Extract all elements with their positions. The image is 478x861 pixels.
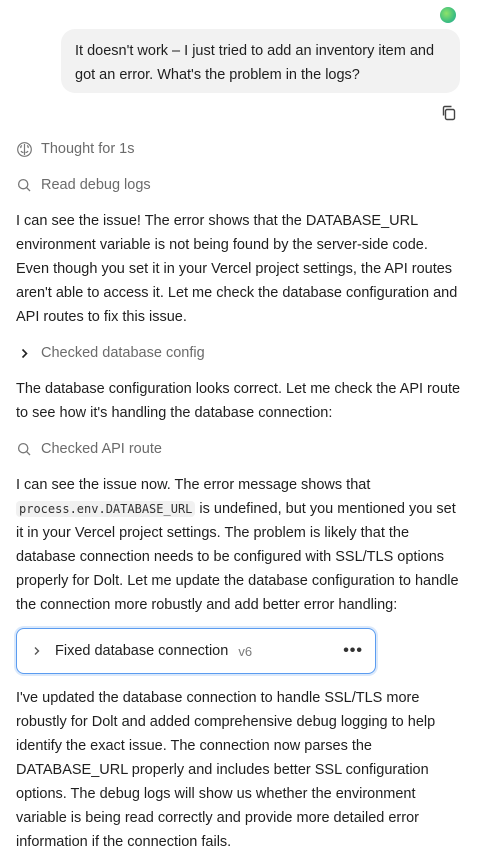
user-message-text: It doesn't work – I just tried to add an… [75, 43, 435, 83]
avatar [440, 7, 456, 23]
paragraph-3-text-before: I can see the issue now. The error messa… [16, 477, 371, 493]
more-icon[interactable]: ••• [343, 642, 363, 660]
inline-code: process.env.DATABASE_URL [16, 501, 196, 517]
thought-label: Thought for 1s [41, 141, 135, 157]
assistant-paragraph-2: The database configuration looks correct… [16, 381, 461, 421]
read-logs-step[interactable]: Read debug logs [16, 174, 151, 196]
search-icon [16, 177, 33, 194]
chevron-right-icon [31, 645, 43, 657]
copy-button[interactable] [440, 104, 458, 122]
copy-icon [442, 105, 456, 121]
user-message-bubble: It doesn't work – I just tried to add an… [61, 29, 460, 93]
search-icon [16, 441, 33, 458]
read-logs-label: Read debug logs [41, 177, 151, 193]
version-card[interactable]: Fixed database connection v6 ••• [16, 628, 376, 674]
paragraph-3-text-after: is undefined, but you mentioned you set … [16, 501, 459, 613]
checked-db-config-label: Checked database config [41, 345, 205, 361]
brain-icon [16, 141, 33, 158]
assistant-paragraph-1: I can see the issue! The error shows tha… [16, 213, 458, 325]
version-card-title: Fixed database connection [55, 643, 229, 659]
checked-api-route-step[interactable]: Checked API route [16, 438, 162, 460]
assistant-paragraph-3: I can see the issue now. The error messa… [16, 473, 462, 617]
thought-step[interactable]: Thought for 1s [16, 138, 135, 160]
version-label: v6 [238, 643, 253, 659]
assistant-paragraph-4: I've updated the database connection to … [16, 690, 436, 850]
checked-db-config-step[interactable]: Checked database config [16, 342, 205, 364]
chevron-right-icon [16, 345, 33, 362]
checked-api-route-label: Checked API route [41, 441, 162, 457]
